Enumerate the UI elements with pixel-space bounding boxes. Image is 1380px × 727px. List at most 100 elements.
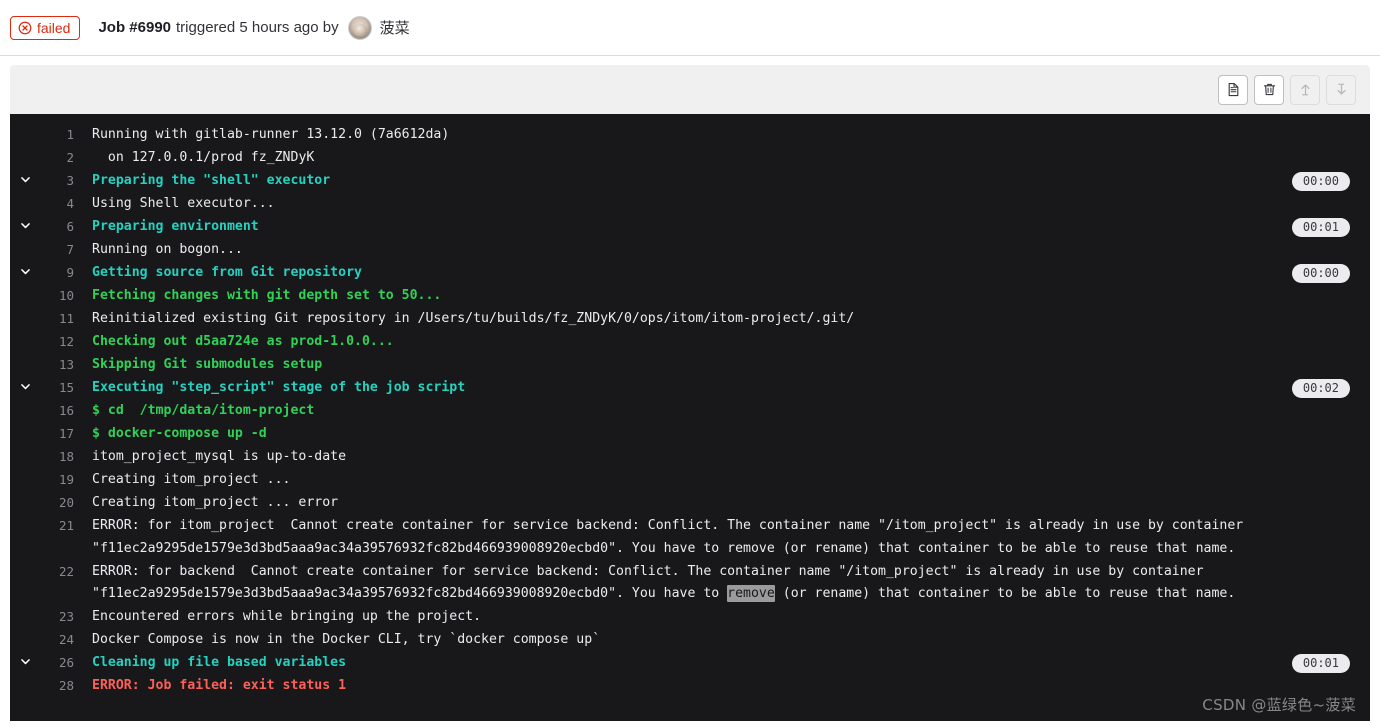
log-line-number: 2 <box>66 150 74 165</box>
log-line: 9 Getting source from Git repository 00:00 <box>10 262 1370 285</box>
log-line-text: Docker Compose is now in the Docker CLI,… <box>92 632 601 648</box>
log-line-number: 20 <box>58 495 74 510</box>
log-line-number: 26 <box>58 655 74 671</box>
log-line-text: Cleaning up file based variables <box>92 655 347 671</box>
log-line-text: ERROR: Job failed: exit status 1 <box>92 678 347 694</box>
job-log-panel: 1 Running with gitlab-runner 13.12.0 (7a6… <box>10 65 1370 721</box>
log-line-text: Reinitialized existing Git repository in… <box>92 311 855 326</box>
log-line-number: 18 <box>58 449 74 464</box>
log-line: 7 Running on bogon... <box>10 239 1370 262</box>
log-line: 21 ERROR: for itom_project Cannot create … <box>10 515 1370 561</box>
section-duration-badge: 00:00 <box>1291 264 1350 283</box>
log-line-number: 21 <box>58 518 74 533</box>
log-line: 10 Fetching changes with git depth set to… <box>10 285 1370 308</box>
log-line-text: on 127.0.0.1/prod fz_ZNDyK <box>92 150 315 165</box>
chevron-down-icon[interactable] <box>10 652 40 675</box>
log-line: 19 Creating itom_project ... <box>10 469 1370 492</box>
log-line-number: 24 <box>58 632 74 648</box>
log-line: 18 itom_project_mysql is up-to-date <box>10 446 1370 469</box>
log-line-number: 6 <box>66 219 74 234</box>
job-header-text: Job #6990 triggered 5 hours ago by 菠菜 <box>98 15 410 40</box>
section-duration-badge: 00:01 <box>1291 218 1350 237</box>
log-line-text: Running on bogon... <box>92 242 243 257</box>
section-duration-badge: 00:01 <box>1291 654 1350 674</box>
chevron-down-icon[interactable] <box>10 262 40 285</box>
scroll-top-button[interactable] <box>1290 74 1320 105</box>
chevron-down-icon[interactable] <box>10 170 40 193</box>
log-line-number: 1 <box>66 127 74 142</box>
log-line-text: ERROR: for backend Cannot create contain… <box>92 563 1236 603</box>
log-line: 12 Checking out d5aa724e as prod-1.0.0... <box>10 331 1370 354</box>
log-line-number: 9 <box>66 265 74 280</box>
log-line-number: 15 <box>58 380 74 395</box>
log-line-text: Fetching changes with git depth set to 5… <box>92 288 442 303</box>
log-line-text: itom_project_mysql is up-to-date <box>92 449 347 464</box>
log-line-text: Running with gitlab-runner 13.12.0 (7a66… <box>92 127 450 142</box>
log-line-text: Creating itom_project ... error <box>92 495 339 510</box>
log-line-number: 28 <box>58 678 74 694</box>
log-line: 28 ERROR: Job failed: exit status 1 <box>10 675 1370 698</box>
arrow-down-icon <box>1337 83 1345 95</box>
erase-log-button[interactable] <box>1254 74 1284 105</box>
log-line-number: 22 <box>58 563 74 579</box>
log-line: 11 Reinitialized existing Git repository … <box>10 308 1370 331</box>
log-line-number: 3 <box>66 173 74 188</box>
log-line-text: $ docker-compose up -d <box>92 426 267 441</box>
log-line: 16 $ cd /tmp/data/itom-project <box>10 400 1370 423</box>
log-line-number: 19 <box>58 472 74 487</box>
log-line-number: 12 <box>58 334 74 349</box>
log-line: 17 $ docker-compose up -d <box>10 423 1370 446</box>
log-line: 20 Creating itom_project ... error <box>10 492 1370 515</box>
log-line: 1 Running with gitlab-runner 13.12.0 (7a6… <box>10 124 1370 147</box>
status-badge[interactable]: failed <box>10 15 81 40</box>
job-log-output[interactable]: 1 Running with gitlab-runner 13.12.0 (7a6… <box>10 114 1370 721</box>
section-duration-badge: 00:02 <box>1291 379 1350 398</box>
log-line-text: Executing "step_script" stage of the job… <box>92 380 466 395</box>
chevron-down-icon[interactable] <box>10 216 40 239</box>
log-line: 2 on 127.0.0.1/prod fz_ZNDyK <box>10 147 1370 170</box>
log-line-text: Encountered errors while bringing up the… <box>92 609 482 625</box>
watermark: CSDN @蓝绿色~菠菜 <box>1202 696 1356 714</box>
log-line-text: Preparing the "shell" executor <box>92 173 331 188</box>
raw-log-button[interactable] <box>1218 74 1248 105</box>
log-line-text: Checking out d5aa724e as prod-1.0.0... <box>92 334 394 349</box>
log-line-text: ERROR: for itom_project Cannot create co… <box>92 518 1252 556</box>
log-line-number: 16 <box>58 403 74 418</box>
log-line: 26 Cleaning up file based variables 00:01 <box>10 652 1370 675</box>
log-line-text: Getting source from Git repository <box>92 265 362 280</box>
log-line-number: 4 <box>66 196 74 211</box>
avatar[interactable] <box>347 15 372 40</box>
job-header: failed Job #6990 triggered 5 hours ago b… <box>0 0 1380 56</box>
log-line: 6 Preparing environment 00:01 <box>10 216 1370 239</box>
log-line-number: 7 <box>66 242 74 257</box>
log-line: 15 Executing "step_script" stage of the j… <box>10 377 1370 400</box>
arrow-up-icon <box>1301 84 1309 96</box>
chevron-down-icon[interactable] <box>10 377 40 400</box>
log-line-text: Using Shell executor... <box>92 196 275 211</box>
trash-icon <box>1263 83 1275 96</box>
log-toolbar <box>10 65 1370 114</box>
selected-text: remove <box>727 585 775 603</box>
file-document-icon <box>1228 82 1238 97</box>
log-line: 24 Docker Compose is now in the Docker CL… <box>10 629 1370 652</box>
section-duration-badge: 00:00 <box>1291 172 1350 191</box>
log-line-number: 17 <box>58 426 74 441</box>
log-line: 22 ERROR: for backend Cannot create conta… <box>10 561 1370 607</box>
scroll-bottom-button[interactable] <box>1326 74 1356 105</box>
log-line-text: Skipping Git submodules setup <box>92 357 323 372</box>
username-link[interactable]: 菠菜 <box>380 17 410 38</box>
log-line-number: 11 <box>58 311 74 326</box>
log-line: 23 Encountered errors while bringing up t… <box>10 606 1370 629</box>
log-line: 3 Preparing the "shell" executor 00:00 <box>10 170 1370 193</box>
job-id-link[interactable]: Job #6990 <box>98 19 171 36</box>
circle-x-icon <box>18 21 32 35</box>
log-line-number: 23 <box>58 609 74 625</box>
log-line: 4 Using Shell executor... <box>10 193 1370 216</box>
log-line-text: Creating itom_project ... <box>92 472 291 487</box>
log-line-text: $ cd /tmp/data/itom-project <box>92 403 315 418</box>
log-line: 13 Skipping Git submodules setup <box>10 354 1370 377</box>
log-line-number: 13 <box>58 357 74 372</box>
log-line-number: 10 <box>58 288 74 303</box>
status-badge-label: failed <box>37 19 71 36</box>
log-line-text: Preparing environment <box>92 219 259 234</box>
